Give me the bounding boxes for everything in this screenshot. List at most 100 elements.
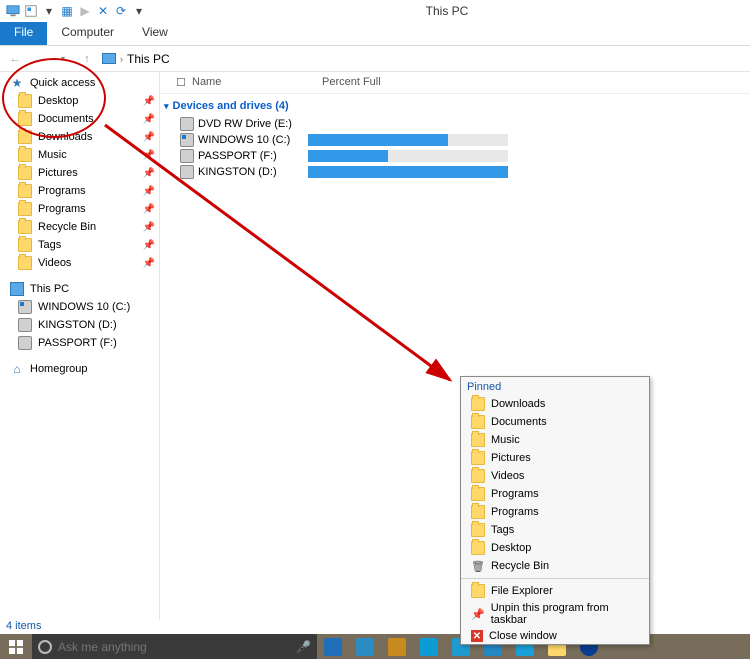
window-title: This PC [148, 4, 746, 18]
pin-icon: 📌 [143, 132, 155, 143]
cortana-search[interactable]: 🎤 [32, 634, 317, 659]
nav-quick-access[interactable]: ★ Quick access [0, 74, 159, 92]
nav-tags[interactable]: Tags📌 [0, 236, 159, 254]
taskbar-app[interactable] [349, 634, 381, 659]
nav-desktop[interactable]: Desktop📌 [0, 92, 159, 110]
jumplist-item[interactable]: Videos [461, 467, 649, 485]
cortana-icon [38, 640, 52, 654]
view-tiles-icon[interactable]: ▦ [58, 2, 76, 20]
jumplist-item[interactable]: Documents [461, 413, 649, 431]
back-icon[interactable]: ← [6, 50, 24, 68]
taskbar-app[interactable] [317, 634, 349, 659]
play-icon[interactable]: ▶ [76, 2, 94, 20]
tab-view[interactable]: View [128, 22, 182, 45]
start-button[interactable] [0, 634, 32, 659]
tab-file[interactable]: File [0, 22, 47, 45]
qat-menu-icon[interactable]: ▾ [40, 2, 58, 20]
nav-documents[interactable]: Documents📌 [0, 110, 159, 128]
group-devices-drives[interactable]: ▾ Devices and drives (4) [160, 94, 750, 116]
search-input[interactable] [58, 640, 290, 654]
drive-icon [18, 300, 32, 314]
forward-icon[interactable]: → [30, 50, 48, 68]
quick-access-toolbar: ▾ ▦ ▶ ✕ ⟳ ▾ [4, 2, 148, 20]
drive-icon [18, 336, 32, 350]
folder-icon [471, 541, 485, 555]
checkbox-column[interactable]: ☐ [176, 76, 192, 89]
pin-icon: 📌 [143, 204, 155, 215]
drive-icon [180, 165, 194, 179]
nav-programs[interactable]: Programs📌 [0, 182, 159, 200]
nav-recycle-bin[interactable]: Recycle Bin📌 [0, 218, 159, 236]
recent-icon[interactable]: ▾ [54, 50, 72, 68]
folder-icon [471, 505, 485, 519]
folder-icon [18, 130, 32, 144]
nav-programs-2[interactable]: Programs📌 [0, 200, 159, 218]
qat-dropdown-icon[interactable]: ▾ [130, 2, 148, 20]
jumplist-file-explorer[interactable]: File Explorer [461, 582, 649, 600]
jumplist-close[interactable]: ✕Close window [461, 628, 649, 644]
navigation-pane: ★ Quick access Desktop📌 Documents📌 Downl… [0, 72, 160, 625]
caret-down-icon: ▾ [164, 101, 169, 112]
column-name[interactable]: Name [192, 76, 322, 89]
folder-icon [471, 523, 485, 537]
pin-icon: 📌 [143, 240, 155, 251]
breadcrumb-location[interactable]: This PC [127, 52, 170, 66]
folder-icon [18, 166, 32, 180]
breadcrumb[interactable]: › This PC [102, 52, 170, 66]
chevron-right-icon: › [120, 54, 123, 64]
folder-icon [18, 148, 32, 162]
nav-drive-f[interactable]: PASSPORT (F:) [0, 334, 159, 352]
drive-icon [18, 318, 32, 332]
up-icon[interactable]: ↑ [78, 50, 96, 68]
jumplist-item[interactable]: Programs [461, 503, 649, 521]
jumplist-item[interactable]: Downloads [461, 395, 649, 413]
nav-drive-c[interactable]: WINDOWS 10 (C:) [0, 298, 159, 316]
jumplist-item[interactable]: Tags [461, 521, 649, 539]
folder-icon [18, 256, 32, 270]
properties-icon[interactable] [22, 2, 40, 20]
folder-icon [471, 451, 485, 465]
nav-music[interactable]: Music📌 [0, 146, 159, 164]
jumplist-item[interactable]: Programs [461, 485, 649, 503]
pin-icon: 📌 [143, 186, 155, 197]
jump-list: Pinned Downloads Documents Music Picture… [460, 376, 650, 645]
tab-computer[interactable]: Computer [47, 22, 128, 45]
jumplist-item[interactable]: Music [461, 431, 649, 449]
pc-icon [10, 282, 24, 296]
folder-icon [18, 220, 32, 234]
nav-this-pc[interactable]: This PC [0, 280, 159, 298]
nav-pictures[interactable]: Pictures📌 [0, 164, 159, 182]
nav-homegroup[interactable]: ⌂Homegroup [0, 360, 159, 378]
jumplist-header: Pinned [461, 377, 649, 395]
drive-row[interactable]: DVD RW Drive (E:) [160, 116, 750, 132]
drive-row[interactable]: KINGSTON (D:) [160, 164, 750, 180]
jumplist-item[interactable]: 🗑Recycle Bin [461, 557, 649, 575]
drive-row[interactable]: PASSPORT (F:) [160, 148, 750, 164]
separator [461, 578, 649, 579]
folder-icon [471, 433, 485, 447]
pc-icon [102, 53, 116, 64]
pin-icon: 📌 [143, 114, 155, 125]
mic-icon[interactable]: 🎤 [296, 640, 311, 654]
address-bar: ← → ▾ ↑ › This PC [0, 46, 750, 72]
nav-videos[interactable]: Videos📌 [0, 254, 159, 272]
drive-row[interactable]: WINDOWS 10 (C:) [160, 132, 750, 148]
taskbar-app[interactable] [413, 634, 445, 659]
folder-icon [18, 238, 32, 252]
percent-bar [308, 150, 508, 162]
drive-icon [180, 133, 194, 147]
column-percent[interactable]: Percent Full [322, 76, 381, 89]
folder-icon [471, 397, 485, 411]
jumplist-item[interactable]: Desktop [461, 539, 649, 557]
cancel-icon[interactable]: ✕ [94, 2, 112, 20]
recycle-bin-icon: 🗑 [471, 559, 485, 573]
homegroup-icon: ⌂ [10, 362, 24, 376]
jumplist-item[interactable]: Pictures [461, 449, 649, 467]
folder-icon [471, 487, 485, 501]
jumplist-unpin[interactable]: 📌Unpin this program from taskbar [461, 600, 649, 628]
taskbar-app[interactable] [381, 634, 413, 659]
nav-drive-d[interactable]: KINGSTON (D:) [0, 316, 159, 334]
monitor-icon[interactable] [4, 2, 22, 20]
nav-downloads[interactable]: Downloads📌 [0, 128, 159, 146]
refresh-icon[interactable]: ⟳ [112, 2, 130, 20]
